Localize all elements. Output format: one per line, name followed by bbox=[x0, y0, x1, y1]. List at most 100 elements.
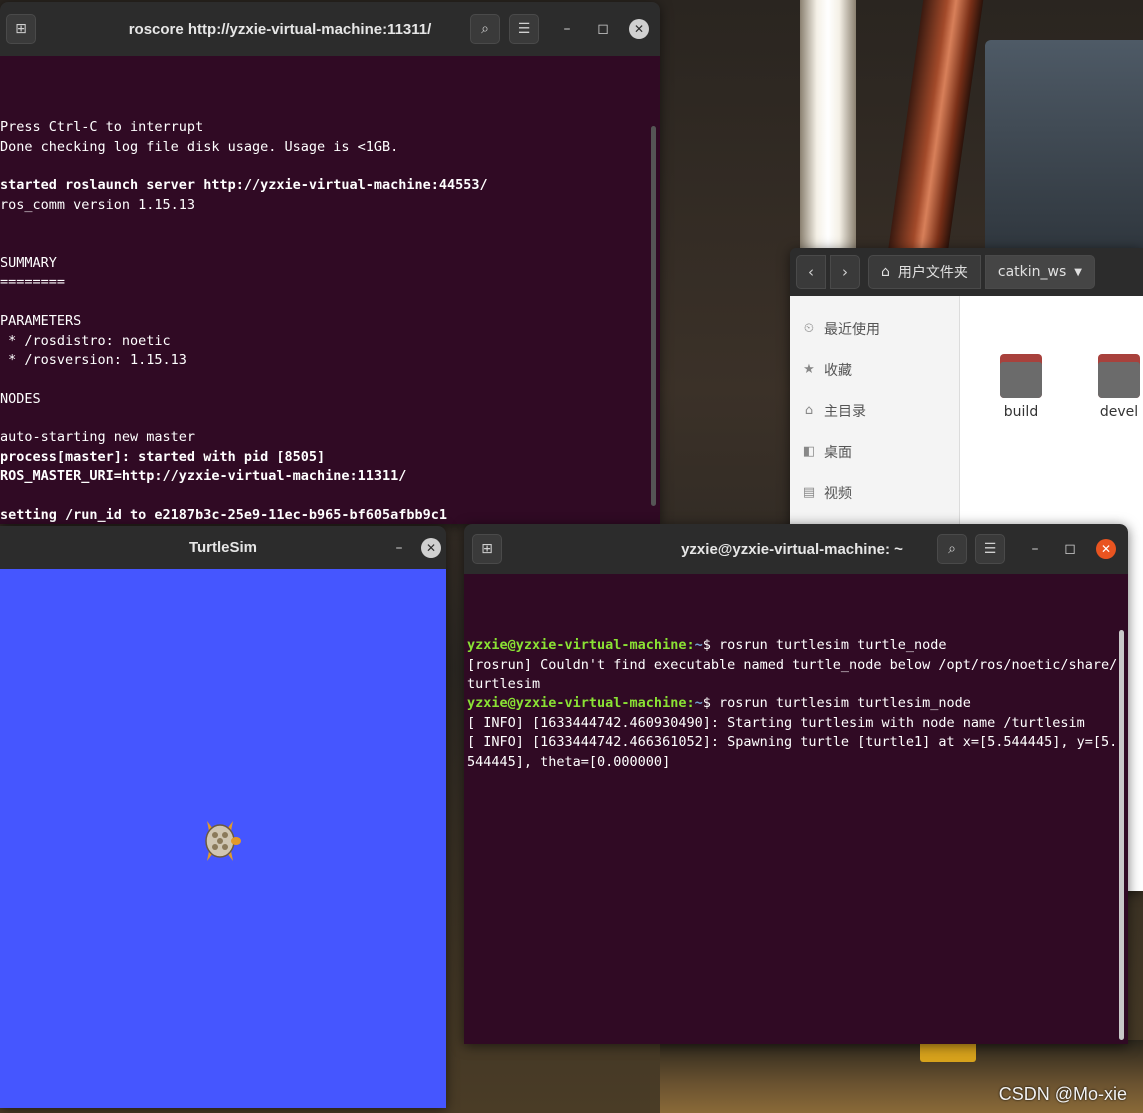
sidebar-item-starred[interactable]: ★ 收藏 bbox=[790, 349, 959, 390]
hamburger-menu-icon: ☰ bbox=[517, 21, 531, 37]
terminal-line: [ INFO] [1633444742.460930490]: Starting… bbox=[467, 714, 1085, 731]
folder-icon bbox=[1098, 354, 1140, 398]
wallpaper-light bbox=[800, 0, 856, 250]
breadcrumb-home[interactable]: ⌂ 用户文件夹 bbox=[868, 255, 981, 289]
roscore-titlebar: ⊞ roscore http://yzxie-virtual-machine:1… bbox=[0, 2, 660, 56]
desktop-icon: ◧ bbox=[802, 444, 816, 459]
folder-icon bbox=[1000, 354, 1042, 398]
sidebar-item-desktop[interactable]: ◧ 桌面 bbox=[790, 431, 959, 472]
terminal-line: * /rosdistro: noetic bbox=[0, 332, 171, 349]
scrollbar[interactable] bbox=[1119, 630, 1124, 1040]
minimize-button[interactable]: – bbox=[389, 538, 409, 558]
back-button[interactable]: ‹ bbox=[796, 255, 826, 289]
wallpaper-pipe bbox=[886, 0, 984, 260]
close-icon: ✕ bbox=[633, 22, 645, 36]
close-button[interactable]: ✕ bbox=[629, 19, 649, 39]
folder-build[interactable]: build bbox=[991, 354, 1051, 420]
sidebar-item-label: 主目录 bbox=[824, 403, 866, 420]
prompt-path: ~ bbox=[694, 637, 703, 654]
home-icon: ⌂ bbox=[804, 403, 814, 418]
roscore-terminal-output[interactable]: Press Ctrl-C to interrupt Done checking l… bbox=[0, 56, 660, 524]
wallpaper-block bbox=[985, 40, 1143, 260]
terminal-line: PARAMETERS bbox=[0, 313, 82, 330]
sidebar-item-label: 桌面 bbox=[824, 444, 852, 461]
command-text: $ rosrun turtlesim turtlesim_node bbox=[702, 695, 971, 712]
breadcrumb-current[interactable]: catkin_ws ▼ bbox=[984, 255, 1095, 289]
new-tab-button[interactable]: ⊞ bbox=[6, 14, 36, 44]
hamburger-menu-icon: ☰ bbox=[983, 541, 997, 557]
close-button[interactable]: ✕ bbox=[421, 538, 441, 558]
terminal-line: [ INFO] [1633444742.466361052]: Spawning… bbox=[467, 734, 1118, 751]
terminal-line: process[master]: started with pid [8505] bbox=[0, 448, 326, 465]
shell-terminal-window: ⊞ yzxie@yzxie-virtual-machine: ~ ⌕ ☰ – ◻… bbox=[464, 524, 1128, 1044]
menu-button[interactable]: ☰ bbox=[975, 534, 1005, 564]
maximize-button[interactable]: ◻ bbox=[593, 19, 613, 39]
terminal-line: 544445], theta=[0.000000] bbox=[467, 753, 671, 770]
turtlesim-window: TurtleSim – ✕ bbox=[0, 526, 446, 1108]
terminal-line: turtlesim bbox=[467, 676, 541, 692]
chevron-down-icon: ▼ bbox=[1074, 266, 1082, 278]
prompt-user: yzxie@yzxie-virtual-machine: bbox=[467, 637, 695, 654]
maximize-button[interactable]: ◻ bbox=[1060, 539, 1080, 559]
new-tab-icon: ⊞ bbox=[15, 21, 27, 37]
star-icon: ★ bbox=[803, 362, 815, 377]
terminal-line: ======== bbox=[0, 274, 66, 291]
forward-button[interactable]: › bbox=[830, 255, 860, 289]
turtlesim-canvas[interactable] bbox=[0, 569, 446, 1108]
search-icon: ⌕ bbox=[481, 21, 489, 37]
roscore-terminal-window: ⊞ roscore http://yzxie-virtual-machine:1… bbox=[0, 2, 660, 524]
terminal-line: SUMMARY bbox=[0, 254, 57, 271]
command-text: $ rosrun turtlesim turtle_node bbox=[702, 637, 947, 654]
prompt-line: yzxie@yzxie-virtual-machine:~$ rosrun tu… bbox=[467, 694, 1128, 713]
terminal-line: auto-starting new master bbox=[0, 429, 196, 446]
watermark: CSDN @Mo-xie bbox=[998, 1084, 1127, 1104]
breadcrumb-current-label: catkin_ws bbox=[997, 264, 1067, 280]
minimize-button[interactable]: – bbox=[557, 19, 577, 39]
folder-label: devel bbox=[1099, 404, 1139, 420]
video-icon: ▤ bbox=[802, 485, 816, 500]
minimize-button[interactable]: – bbox=[1025, 539, 1045, 559]
shell-terminal-output[interactable]: yzxie@yzxie-virtual-machine:~$ rosrun tu… bbox=[464, 574, 1128, 1044]
new-tab-button[interactable]: ⊞ bbox=[472, 534, 502, 564]
search-button[interactable]: ⌕ bbox=[470, 14, 500, 44]
terminal-line: * /rosversion: 1.15.13 bbox=[0, 351, 187, 368]
sidebar-item-recent[interactable]: ⏲ 最近使用 bbox=[790, 308, 959, 349]
close-icon: ✕ bbox=[425, 541, 437, 555]
folder-devel[interactable]: devel bbox=[1089, 354, 1143, 420]
close-button[interactable]: ✕ bbox=[1096, 539, 1116, 559]
new-tab-icon: ⊞ bbox=[481, 541, 493, 557]
turtlesim-titlebar: TurtleSim – ✕ bbox=[0, 526, 446, 569]
terminal-line: Done checking log file disk usage. Usage… bbox=[0, 138, 399, 155]
prompt-user: yzxie@yzxie-virtual-machine: bbox=[467, 695, 695, 712]
close-icon: ✕ bbox=[1100, 542, 1112, 556]
file-manager-header: ‹ › ⌂ 用户文件夹 catkin_ws ▼ bbox=[790, 248, 1143, 296]
home-icon: ⌂ bbox=[881, 264, 890, 280]
turtle-sprite bbox=[205, 821, 241, 861]
sidebar-item-label: 视频 bbox=[824, 485, 852, 502]
search-button[interactable]: ⌕ bbox=[937, 534, 967, 564]
breadcrumb-home-label: 用户文件夹 bbox=[897, 265, 968, 281]
window-title: TurtleSim bbox=[188, 539, 258, 556]
terminal-line: [rosrun] Couldn't find executable named … bbox=[467, 656, 1118, 673]
scrollbar[interactable] bbox=[651, 126, 656, 506]
terminal-line: started roslaunch server http://yzxie-vi… bbox=[0, 177, 488, 194]
sidebar-item-home[interactable]: ⌂ 主目录 bbox=[790, 390, 959, 431]
sidebar-item-label: 最近使用 bbox=[824, 321, 880, 338]
shell-titlebar: ⊞ yzxie@yzxie-virtual-machine: ~ ⌕ ☰ – ◻… bbox=[464, 524, 1128, 574]
sidebar-item-videos[interactable]: ▤ 视频 bbox=[790, 472, 959, 513]
menu-button[interactable]: ☰ bbox=[509, 14, 539, 44]
terminal-line: setting /run_id to e2187b3c-25e9-11ec-b9… bbox=[0, 507, 448, 524]
terminal-line: NODES bbox=[0, 390, 41, 407]
clock-icon: ⏲ bbox=[803, 321, 815, 336]
terminal-line: Press Ctrl-C to interrupt bbox=[0, 119, 204, 136]
search-icon: ⌕ bbox=[948, 541, 956, 557]
sidebar-item-label: 收藏 bbox=[824, 362, 852, 379]
chevron-left-icon: ‹ bbox=[808, 263, 814, 281]
